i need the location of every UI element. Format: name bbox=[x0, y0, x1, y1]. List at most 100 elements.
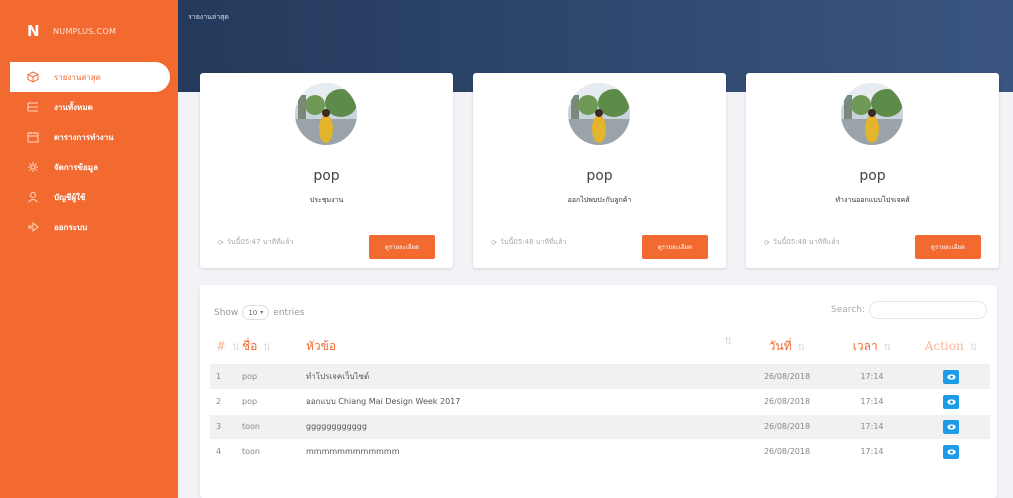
cell-topic: ทำโปรเจคเว็บไซต์ bbox=[306, 364, 742, 390]
eye-icon bbox=[946, 373, 956, 380]
column-header-name[interactable]: ชื่อ ⇅ bbox=[242, 329, 306, 365]
search-input[interactable] bbox=[869, 301, 987, 319]
clock-icon: ⟳ bbox=[491, 238, 497, 247]
clock-icon: ⟳ bbox=[218, 238, 224, 247]
sidebar-item-schedule[interactable]: ตารางการทำงาน bbox=[0, 122, 170, 152]
cell-name: pop bbox=[242, 364, 306, 390]
report-card: pop ประชุมงาน ⟳ วันนี้05:47 นาทีที่แล้ว … bbox=[200, 73, 453, 268]
cell-time: 17:14 bbox=[832, 389, 912, 415]
cell-date: 26/08/2018 bbox=[742, 389, 832, 415]
avatar bbox=[295, 83, 357, 145]
view-details-button[interactable]: ดูรายละเอียด bbox=[369, 235, 435, 259]
card-time-text: วันนี้05:48 นาทีที่แล้ว bbox=[772, 238, 840, 246]
cell-number: 4 bbox=[210, 439, 242, 465]
sidebar-item-latest-reports[interactable]: รายงานล่าสุด bbox=[10, 62, 170, 92]
cell-name: pop bbox=[242, 389, 306, 415]
view-button[interactable] bbox=[943, 394, 959, 409]
cell-action bbox=[912, 414, 990, 440]
sort-icon: ⇅ bbox=[724, 336, 732, 347]
view-details-button[interactable]: ดูรายละเอียด bbox=[642, 235, 708, 259]
cell-number: 1 bbox=[210, 364, 242, 390]
cell-action bbox=[912, 389, 990, 415]
reports-table: # ⇅ ชื่อ ⇅ หัวข้อ ⇅ วันที่ ⇅ เวลา ⇅ Action ⇅ 1… bbox=[210, 329, 990, 465]
sidebar-item-label: บัญชีผู้ใช้ bbox=[54, 192, 86, 202]
gear-icon bbox=[26, 160, 40, 174]
clock-icon: ⟳ bbox=[764, 238, 770, 247]
card-subtitle: ทำงานออกแบบโปรเจคส์ bbox=[835, 196, 910, 204]
card-time-text: วันนี้05:48 นาทีที่แล้ว bbox=[499, 238, 567, 246]
view-button[interactable] bbox=[943, 444, 959, 459]
cell-name: toon bbox=[242, 414, 306, 440]
sort-icon: ⇅ bbox=[883, 342, 892, 353]
entries-select[interactable]: 10 ▾ bbox=[242, 305, 270, 320]
column-header-date[interactable]: วันที่ ⇅ bbox=[742, 329, 832, 365]
table-row: 4 toon mmmmmmmmmmmm 26/08/2018 17:14 bbox=[210, 439, 990, 465]
cell-number: 2 bbox=[210, 389, 242, 415]
brand-logo: N bbox=[27, 22, 40, 40]
sidebar-item-label: จัดการข้อมูล bbox=[54, 162, 98, 172]
column-header-number[interactable]: # ⇅ bbox=[210, 329, 242, 365]
card-time: ⟳ วันนี้05:48 นาทีที่แล้ว bbox=[491, 237, 566, 248]
sort-icon: ⇅ bbox=[232, 343, 240, 354]
search: Search: bbox=[831, 301, 987, 319]
chevron-down-icon: ▾ bbox=[260, 309, 264, 316]
report-card: pop ทำงานออกแบบโปรเจคส์ ⟳ วันนี้05:48 นา… bbox=[746, 73, 999, 268]
sort-icon: ⇅ bbox=[969, 343, 978, 354]
show-entries: Show 10 ▾ entries bbox=[214, 305, 305, 320]
brand-name: NUMPLUS.COM bbox=[53, 26, 117, 36]
reports-table-panel: Show 10 ▾ entries Search: # ⇅ ชื่อ ⇅ หัวข้… bbox=[200, 285, 997, 498]
show-label: Show bbox=[214, 307, 239, 318]
list-icon bbox=[26, 100, 40, 114]
entries-label: entries bbox=[273, 307, 305, 318]
entries-value: 10 bbox=[248, 308, 258, 317]
card-subtitle: ประชุมงาน bbox=[309, 196, 344, 204]
cell-topic: mmmmmmmmmmmm bbox=[306, 439, 742, 465]
cell-number: 3 bbox=[210, 414, 242, 440]
column-header-action[interactable]: Action ⇅ bbox=[912, 329, 990, 365]
eye-icon bbox=[946, 398, 956, 405]
cell-action bbox=[912, 364, 990, 390]
search-label: Search: bbox=[831, 305, 865, 315]
cell-topic: ออกแบบ Chiang Mai Design Week 2017 bbox=[306, 389, 742, 415]
cell-time: 17:14 bbox=[832, 364, 912, 390]
calendar-icon bbox=[26, 130, 40, 144]
cell-time: 17:14 bbox=[832, 439, 912, 465]
cell-date: 26/08/2018 bbox=[742, 364, 832, 390]
card-subtitle: ออกไปพบปะกับลูกค้า bbox=[567, 196, 632, 204]
sidebar-item-label: รายงานล่าสุด bbox=[54, 72, 101, 82]
card-name: pop bbox=[859, 168, 886, 184]
card-time: ⟳ วันนี้05:47 นาทีที่แล้ว bbox=[218, 237, 293, 248]
brand[interactable]: N NUMPLUS.COM bbox=[0, 0, 178, 62]
view-button[interactable] bbox=[943, 369, 959, 384]
table-row: 1 pop ทำโปรเจคเว็บไซต์ 26/08/2018 17:14 bbox=[210, 364, 990, 390]
sidebar-item-label: ตารางการทำงาน bbox=[54, 132, 114, 142]
sidebar-item-all-tasks[interactable]: งานทั้งหมด bbox=[0, 92, 170, 122]
cell-topic: gggggggggggg bbox=[306, 414, 742, 440]
page-title: รายงานล่าสุด bbox=[188, 13, 229, 21]
table-row: 2 pop ออกแบบ Chiang Mai Design Week 2017… bbox=[210, 389, 990, 415]
eye-icon bbox=[946, 448, 956, 455]
sidebar-item-logout[interactable]: ออกระบบ bbox=[0, 212, 170, 242]
logout-icon bbox=[26, 220, 40, 234]
view-details-button[interactable]: ดูรายละเอียด bbox=[915, 235, 981, 259]
column-header-time[interactable]: เวลา ⇅ bbox=[832, 329, 912, 365]
sort-icon: ⇅ bbox=[263, 342, 271, 353]
sidebar-item-user-account[interactable]: บัญชีผู้ใช้ bbox=[0, 182, 170, 212]
avatar bbox=[568, 83, 630, 145]
cell-date: 26/08/2018 bbox=[742, 414, 832, 440]
view-button[interactable] bbox=[943, 419, 959, 434]
card-time-text: วันนี้05:47 นาทีที่แล้ว bbox=[226, 238, 294, 246]
column-header-topic[interactable]: หัวข้อ ⇅ bbox=[306, 329, 742, 365]
user-icon bbox=[26, 190, 40, 204]
cell-name: toon bbox=[242, 439, 306, 465]
report-card: pop ออกไปพบปะกับลูกค้า ⟳ วันนี้05:48 นาท… bbox=[473, 73, 726, 268]
cell-date: 26/08/2018 bbox=[742, 439, 832, 465]
sidebar-item-label: ออกระบบ bbox=[54, 222, 88, 232]
eye-icon bbox=[946, 423, 956, 430]
sidebar-item-label: งานทั้งหมด bbox=[54, 102, 93, 112]
card-name: pop bbox=[313, 168, 340, 184]
cube-icon bbox=[26, 70, 40, 84]
avatar bbox=[841, 83, 903, 145]
sidebar-item-manage-data[interactable]: จัดการข้อมูล bbox=[0, 152, 170, 182]
table-header-row: # ⇅ ชื่อ ⇅ หัวข้อ ⇅ วันที่ ⇅ เวลา ⇅ Action ⇅ bbox=[210, 329, 990, 365]
